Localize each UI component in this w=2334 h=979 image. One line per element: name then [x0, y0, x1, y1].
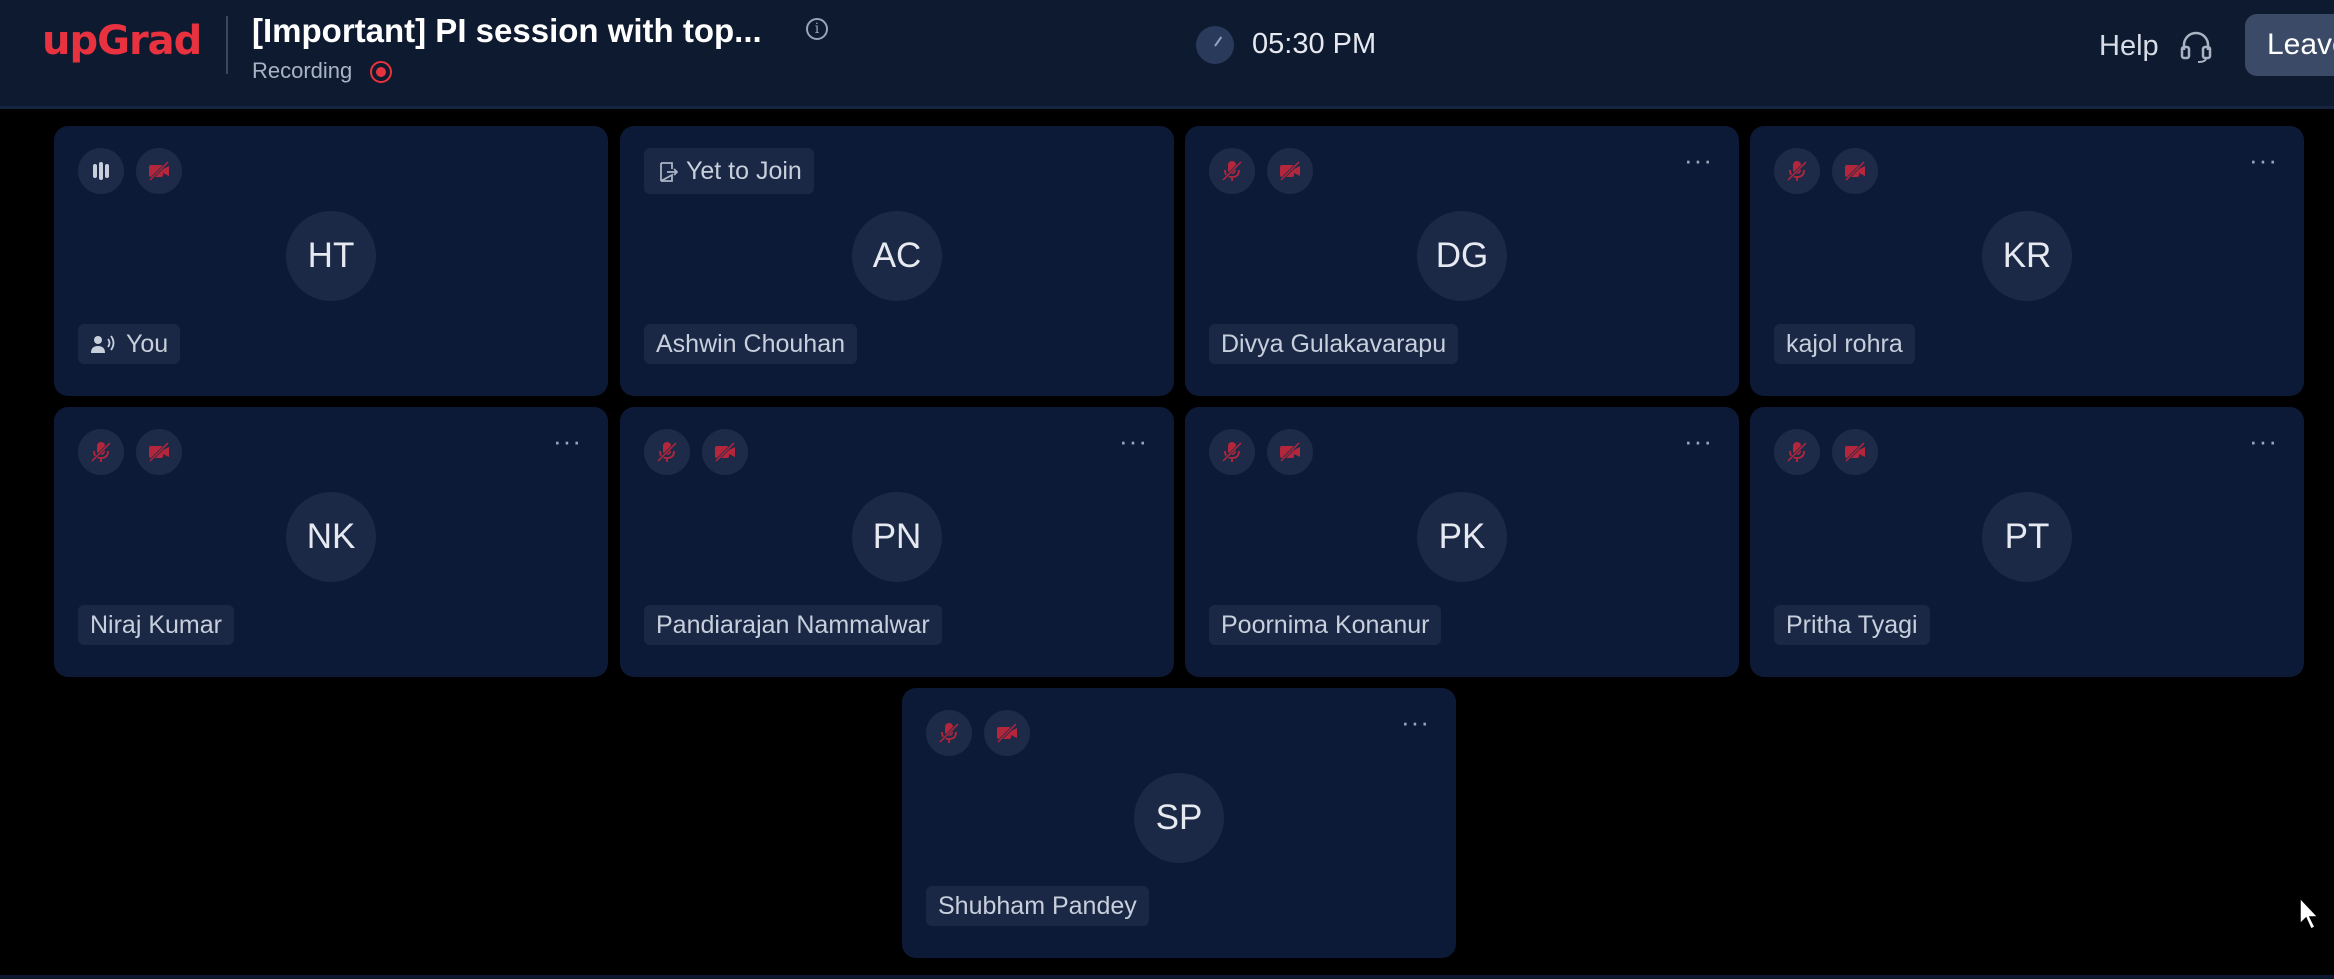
- avatar: NK: [286, 492, 376, 582]
- participant-tile[interactable]: ··· PT Pritha Tyagi: [1750, 407, 2304, 677]
- participant-tile[interactable]: ··· NK Niraj Kumar: [54, 407, 608, 677]
- header-divider: [226, 16, 228, 74]
- avatar: AC: [852, 211, 942, 301]
- more-options-button[interactable]: ···: [2249, 428, 2278, 454]
- participant-tile[interactable]: ··· SP Shubham Pandey: [902, 688, 1456, 958]
- more-options-button[interactable]: ···: [553, 428, 582, 454]
- mic-off-icon[interactable]: [1209, 429, 1255, 475]
- participant-name: Poornima Konanur: [1209, 605, 1442, 645]
- mic-off-icon[interactable]: [644, 429, 690, 475]
- info-icon[interactable]: i: [806, 18, 828, 40]
- participant-name: Divya Gulakavarapu: [1209, 324, 1459, 364]
- more-options-button[interactable]: ···: [1684, 147, 1713, 173]
- participant-tile[interactable]: HT You: [54, 126, 608, 396]
- avatar: PT: [1982, 492, 2072, 582]
- avatar: SP: [1134, 773, 1224, 863]
- camera-off-icon[interactable]: [1267, 429, 1313, 475]
- camera-off-icon[interactable]: [984, 710, 1030, 756]
- participant-name: kajol rohra: [1774, 324, 1915, 364]
- recording-indicator-icon: [370, 61, 392, 83]
- participant-tile[interactable]: Yet to Join AC Ashwin Chouhan: [620, 126, 1174, 396]
- top-bar: upGrad [Important] PI session with top..…: [0, 0, 2334, 109]
- session-title: [Important] PI session with top...: [252, 12, 762, 49]
- mic-off-icon[interactable]: [926, 710, 972, 756]
- avatar: DG: [1417, 211, 1507, 301]
- participant-name-you: You: [78, 324, 181, 364]
- join-status-badge: Yet to Join: [644, 148, 814, 194]
- upgrad-logo: upGrad: [42, 18, 202, 64]
- participant-tile[interactable]: ··· DG Divya Gulakavarapu: [1185, 126, 1739, 396]
- audio-level-icon[interactable]: [78, 148, 124, 194]
- session-time: 05:30 PM: [1252, 28, 1377, 60]
- more-options-button[interactable]: ···: [1684, 428, 1713, 454]
- avatar: PK: [1417, 492, 1507, 582]
- camera-off-icon[interactable]: [136, 148, 182, 194]
- more-options-button[interactable]: ···: [1401, 709, 1430, 735]
- mic-off-icon[interactable]: [1774, 148, 1820, 194]
- exit-door-icon: [660, 162, 678, 182]
- camera-off-icon[interactable]: [702, 429, 748, 475]
- mouse-cursor-icon: [2299, 896, 2320, 931]
- join-status-label: Yet to Join: [686, 157, 802, 185]
- avatar: HT: [286, 211, 376, 301]
- camera-off-icon[interactable]: [1832, 429, 1878, 475]
- avatar: PN: [852, 492, 942, 582]
- help-button[interactable]: Help: [2099, 30, 2159, 63]
- participant-name: Ashwin Chouhan: [644, 324, 858, 364]
- more-options-button[interactable]: ···: [1119, 428, 1148, 454]
- participant-tile[interactable]: ··· PK Poornima Konanur: [1185, 407, 1739, 677]
- camera-off-icon[interactable]: [1832, 148, 1878, 194]
- mic-off-icon[interactable]: [1774, 429, 1820, 475]
- participant-name: Pandiarajan Nammalwar: [644, 605, 942, 645]
- leave-button[interactable]: Leave: [2245, 14, 2334, 76]
- camera-off-icon[interactable]: [1267, 148, 1313, 194]
- participant-name: Niraj Kumar: [78, 605, 234, 645]
- more-options-button[interactable]: ···: [2249, 147, 2278, 173]
- participant-name: Pritha Tyagi: [1774, 605, 1930, 645]
- bottom-edge: [0, 975, 2334, 979]
- participant-name-label: You: [126, 330, 169, 358]
- participant-tile[interactable]: ··· PN Pandiarajan Nammalwar: [620, 407, 1174, 677]
- mic-off-icon[interactable]: [78, 429, 124, 475]
- recording-label: Recording: [252, 58, 353, 83]
- clock-icon: [1196, 26, 1234, 64]
- mic-off-icon[interactable]: [1209, 148, 1255, 194]
- headset-icon[interactable]: [2178, 28, 2214, 64]
- participant-name: Shubham Pandey: [926, 886, 1149, 926]
- camera-off-icon[interactable]: [136, 429, 182, 475]
- avatar: KR: [1982, 211, 2072, 301]
- participant-tile[interactable]: ··· KR kajol rohra: [1750, 126, 2304, 396]
- speaking-icon: [91, 335, 115, 353]
